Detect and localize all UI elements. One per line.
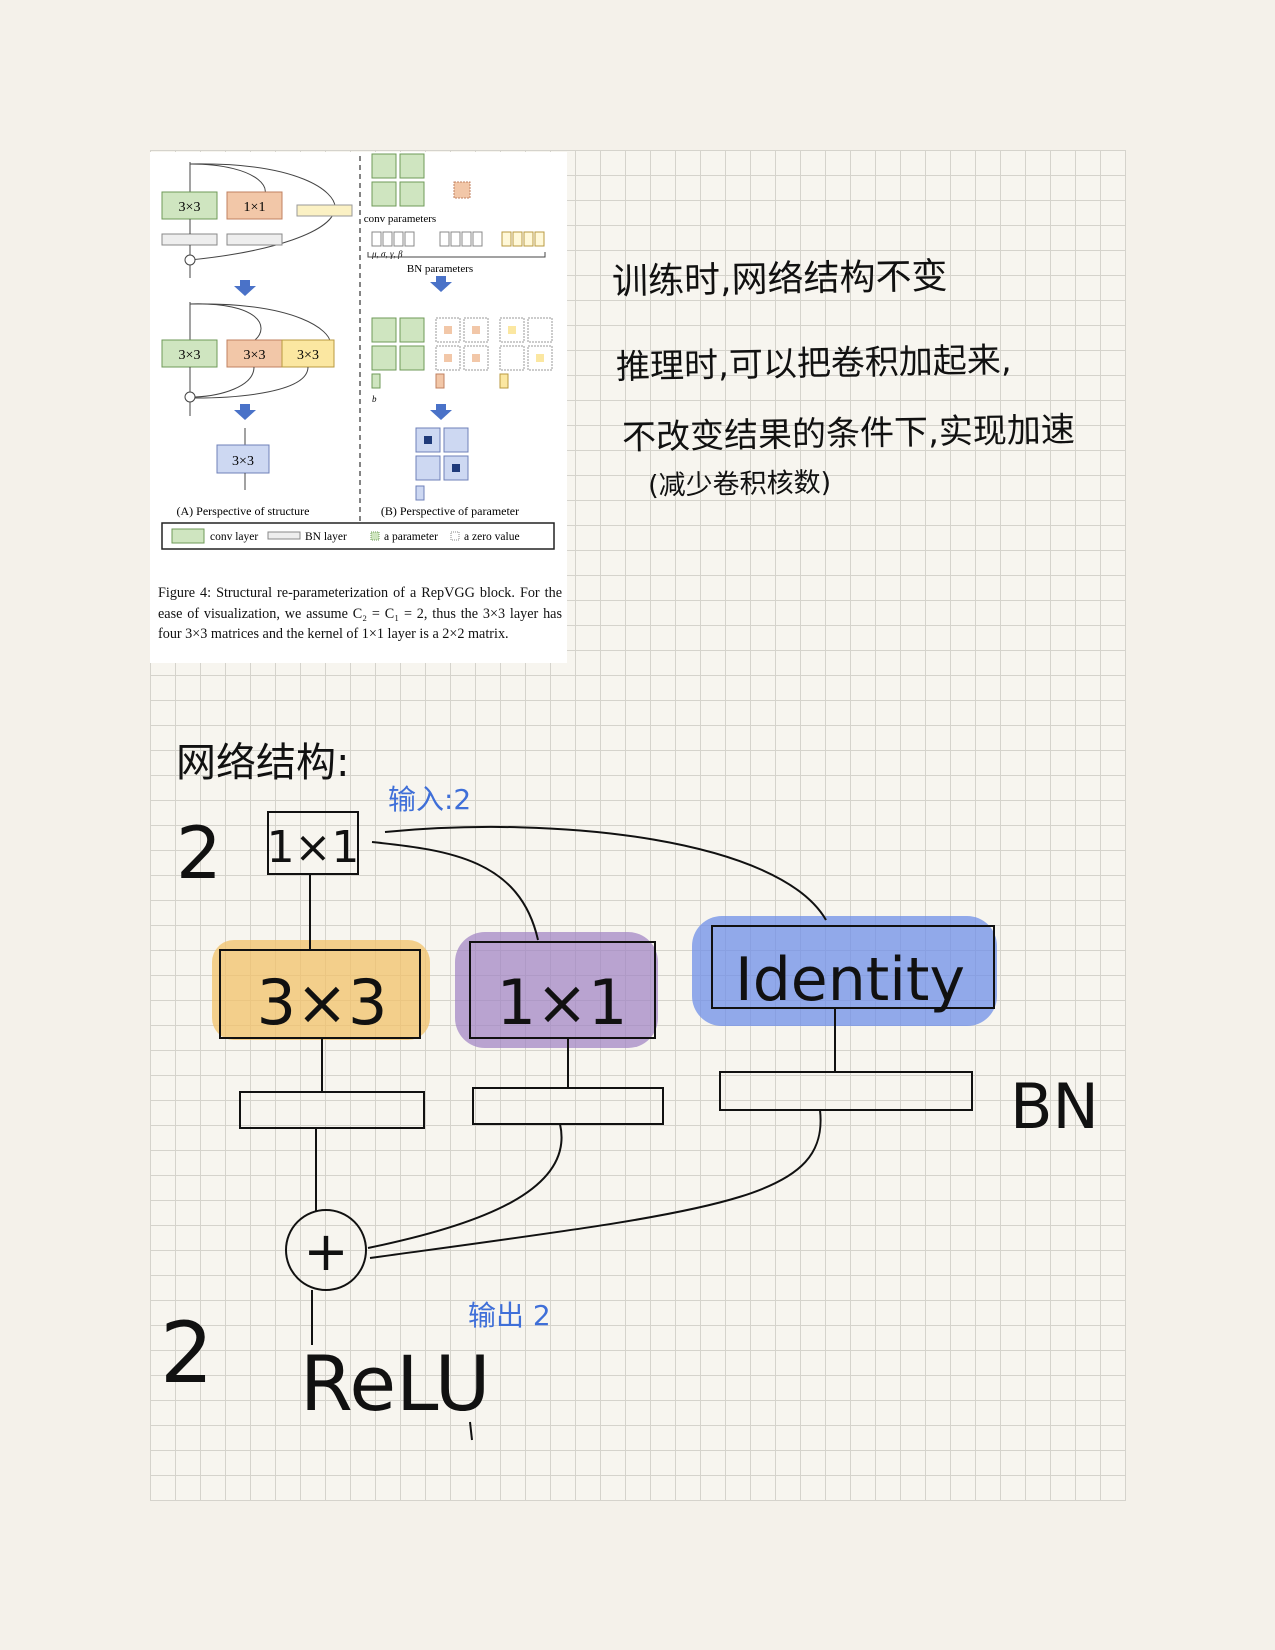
input-1x1-label: 1×1 — [267, 822, 360, 873]
bn-bar-1 — [239, 1091, 425, 1129]
conv-3x3-label: 3×3 — [257, 966, 388, 1039]
bn-label: BN — [1010, 1070, 1099, 1143]
channels-in-number: 2 — [176, 811, 222, 895]
channels-out-number: 2 — [160, 1304, 213, 1402]
identity-label: Identity — [735, 945, 965, 1015]
add-symbol: + — [303, 1220, 348, 1283]
relu-label: ReLU — [300, 1339, 490, 1428]
conv-1x1-label: 1×1 — [497, 966, 628, 1039]
hand-drawn-network-diagram: 2 2 1×1 3×3 1×1 Identity BN + ReLU — [160, 811, 1099, 1441]
bn-bar-3 — [719, 1071, 973, 1111]
bn-bar-2 — [472, 1087, 664, 1125]
